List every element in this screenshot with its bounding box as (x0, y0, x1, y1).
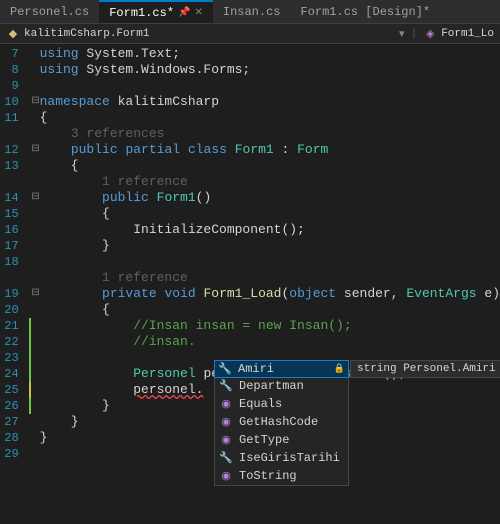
intellisense-item[interactable]: 🔧Departman (215, 377, 348, 395)
intellisense-tooltip: string Personel.Amiri (350, 360, 500, 378)
line-numbers: 7891011121314151617181920212223242526272… (0, 44, 29, 524)
intellisense-item[interactable]: 🔧IseGirisTarihi (215, 449, 348, 467)
nav-bar: ◆ kalitimCsharp.Form1 ▾ | ◈ Form1_Lo (0, 24, 500, 44)
tab-personel[interactable]: Personel.cs (0, 0, 99, 23)
tab-form1[interactable]: Form1.cs*📌✕ (99, 0, 213, 23)
intellisense-popup[interactable]: 🔧Amiri🔒🔧Departman◉Equals◉GetHashCode◉Get… (214, 360, 349, 486)
pin-icon[interactable]: 📌 (178, 7, 190, 19)
fold-column[interactable]: ⊟⊟⊟⊟ (31, 44, 39, 524)
method-icon: ◈ (423, 27, 437, 41)
intellisense-item[interactable]: ◉ToString (215, 467, 348, 485)
tab-bar: Personel.cs Form1.cs*📌✕ Insan.cs Form1.c… (0, 0, 500, 24)
tab-insan[interactable]: Insan.cs (213, 0, 291, 23)
intellisense-item[interactable]: 🔧Amiri🔒 (214, 360, 349, 378)
close-icon[interactable]: ✕ (194, 7, 202, 19)
nav-class[interactable]: kalitimCsharp.Form1 (24, 28, 149, 40)
intellisense-item[interactable]: ◉GetType (215, 431, 348, 449)
intellisense-item[interactable]: ◉GetHashCode (215, 413, 348, 431)
nav-member[interactable]: Form1_Lo (441, 28, 494, 40)
tab-form1-design[interactable]: Form1.cs [Design]* (290, 0, 440, 23)
intellisense-item[interactable]: ◉Equals (215, 395, 348, 413)
dropdown-icon[interactable]: ▾ (399, 27, 405, 41)
class-icon: ◆ (6, 27, 20, 41)
